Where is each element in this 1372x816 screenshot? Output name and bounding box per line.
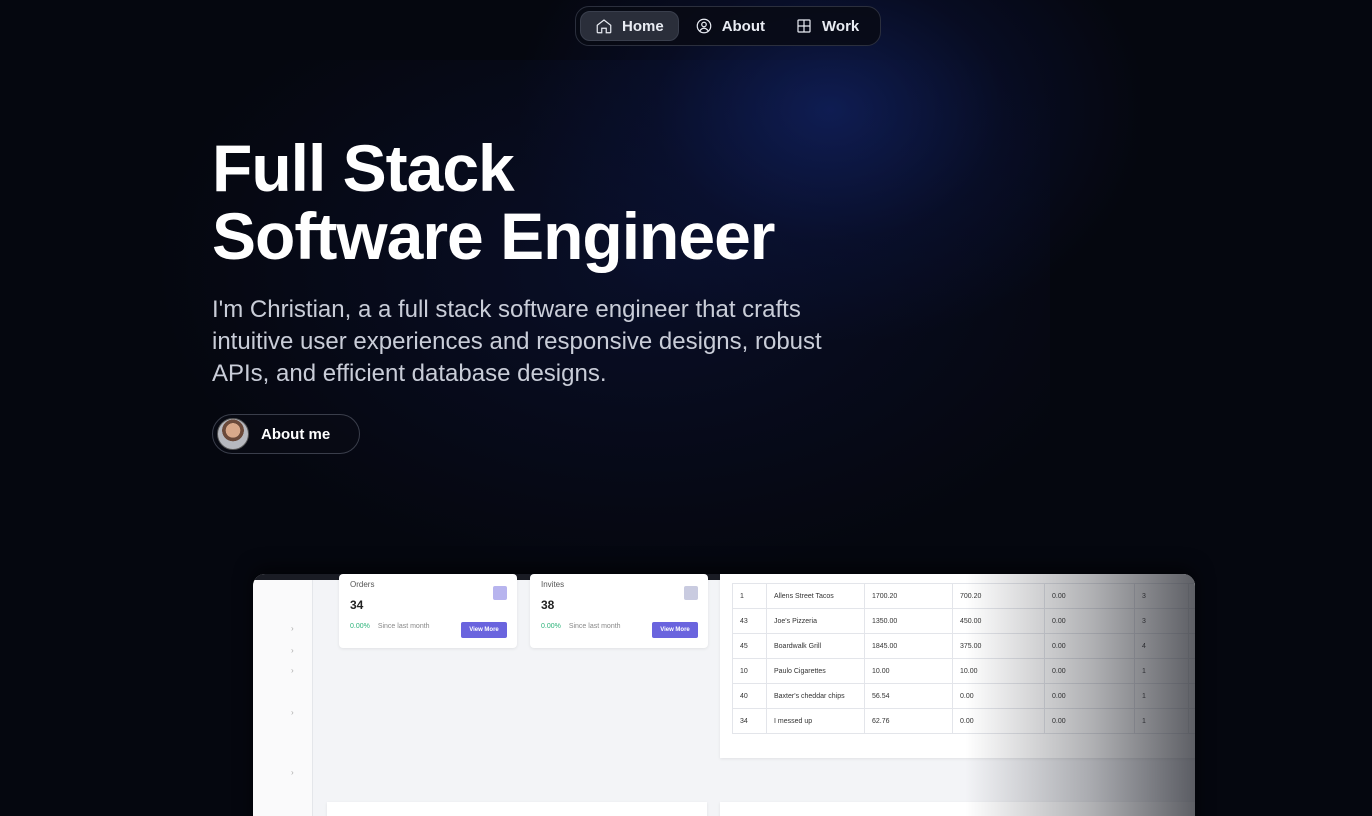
- table-cell: 0.00: [1044, 633, 1135, 659]
- table-cell: 0.00: [1044, 658, 1135, 684]
- cart-icon: [493, 586, 507, 600]
- table-cell: Boardwalk Grill: [766, 633, 865, 659]
- nav-item-about[interactable]: About: [681, 11, 779, 41]
- about-me-button[interactable]: About me: [212, 414, 360, 454]
- table-cell: [1188, 633, 1195, 659]
- nav-item-work[interactable]: Work: [781, 11, 873, 41]
- table-cell: 0.00: [1044, 608, 1135, 634]
- nav-item-label: About: [721, 17, 766, 35]
- user-circle-icon: [696, 18, 712, 34]
- table-cell: 0.00: [952, 708, 1045, 734]
- table-cell: [1188, 608, 1195, 634]
- table-cell: 1: [1134, 683, 1189, 709]
- table-cell: 62.76: [864, 708, 953, 734]
- table-cell: 1: [1134, 658, 1189, 684]
- card-value: 34: [350, 598, 364, 612]
- nav-item-home[interactable]: Home: [580, 11, 679, 41]
- card-label: Orders: [350, 580, 375, 589]
- table-cell: 56.54: [864, 683, 953, 709]
- card-percent: 0.00%: [541, 623, 561, 630]
- table-row: 34 I messed up 62.76 0.00 0.00 1: [732, 708, 1195, 734]
- chevron-right-icon: ›: [291, 708, 294, 717]
- table-cell: 1700.20: [864, 583, 953, 609]
- table-row: 10 Paulo Cigarettes 10.00 10.00 0.00 1: [732, 658, 1195, 684]
- bottom-card-right: [720, 802, 1195, 816]
- hero-title: Full Stack Software Engineer: [212, 134, 932, 270]
- preview-sidebar: › › › › ›: [253, 580, 313, 816]
- chevron-right-icon: ›: [291, 646, 294, 655]
- table-cell: 3: [1134, 583, 1189, 609]
- card-since: Since last month: [568, 623, 621, 630]
- chevron-right-icon: ›: [291, 624, 294, 633]
- orders-table-card: 1 Allens Street Tacos 1700.20 700.20 0.00 3 43…: [720, 574, 1195, 758]
- table-cell: 10.00: [864, 658, 953, 684]
- table-cell: 4: [1134, 633, 1189, 659]
- table-cell: [1188, 583, 1195, 609]
- table-cell: 10: [732, 658, 767, 684]
- table-cell: 3: [1134, 608, 1189, 634]
- table-row: 40 Baxter's cheddar chips 56.54 0.00 0.00 1: [732, 683, 1195, 709]
- chevron-right-icon: ›: [291, 768, 294, 777]
- table-cell: 43: [732, 608, 767, 634]
- table-cell: 1: [732, 583, 767, 609]
- view-more-button[interactable]: View More: [461, 622, 507, 638]
- project-preview[interactable]: › › › › › Orders 34 0.00% Since last mon…: [253, 574, 1195, 816]
- bottom-card-left: [327, 802, 707, 816]
- card-footer: 0.00% Since last month: [350, 623, 430, 630]
- table-cell: 0.00: [1044, 583, 1135, 609]
- table-cell: 1350.00: [864, 608, 953, 634]
- hero-subtitle: I'm Christian, a a full stack software e…: [212, 296, 822, 387]
- invites-card: Invites 38 0.00% Since last month View M…: [530, 574, 708, 648]
- card-label: Invites: [541, 580, 565, 589]
- card-since: Since last month: [377, 623, 430, 630]
- top-nav: Home About Work: [575, 6, 881, 46]
- hero-title-line2: Software Engineer: [212, 199, 775, 273]
- table-row: 43 Joe's Pizzeria 1350.00 450.00 0.00 3: [732, 608, 1195, 634]
- table-cell: Baxter's cheddar chips: [766, 683, 865, 709]
- table-cell: I messed up: [766, 708, 865, 734]
- invite-icon: [684, 586, 698, 600]
- orders-card: Orders 34 0.00% Since last month View Mo…: [339, 574, 517, 648]
- table-cell: [1188, 658, 1195, 684]
- table-cell: 10.00: [952, 658, 1045, 684]
- table-cell: Joe's Pizzeria: [766, 608, 865, 634]
- table-cell: 1: [1134, 708, 1189, 734]
- table-cell: Paulo Cigarettes: [766, 658, 865, 684]
- table-cell: 45: [732, 633, 767, 659]
- table-cell: 0.00: [1044, 708, 1135, 734]
- table-cell: [1188, 708, 1195, 734]
- table-cell: 40: [732, 683, 767, 709]
- table-cell: 34: [732, 708, 767, 734]
- table-cell: 700.20: [952, 583, 1045, 609]
- table-cell: 375.00: [952, 633, 1045, 659]
- grid-icon: [797, 19, 811, 33]
- hero-title-line1: Full Stack: [212, 131, 515, 205]
- nav-item-label: Home: [622, 17, 664, 35]
- table-row: 45 Boardwalk Grill 1845.00 375.00 0.00 4: [732, 633, 1195, 659]
- chevron-right-icon: ›: [291, 666, 294, 675]
- table-row: 1 Allens Street Tacos 1700.20 700.20 0.00 3: [732, 583, 1195, 609]
- table-cell: 0.00: [952, 683, 1045, 709]
- card-footer: 0.00% Since last month: [541, 623, 621, 630]
- view-more-button[interactable]: View More: [652, 622, 698, 638]
- table-cell: 450.00: [952, 608, 1045, 634]
- card-value: 38: [541, 598, 555, 612]
- table-cell: Allens Street Tacos: [766, 583, 865, 609]
- card-percent: 0.00%: [350, 623, 370, 630]
- avatar: [217, 418, 249, 450]
- table-cell: 0.00: [1044, 683, 1135, 709]
- orders-table: 1 Allens Street Tacos 1700.20 700.20 0.00 3 43…: [732, 583, 1195, 734]
- home-icon: [596, 19, 612, 34]
- table-cell: [1188, 683, 1195, 709]
- nav-item-label: Work: [822, 17, 860, 35]
- table-cell: 1845.00: [864, 633, 953, 659]
- about-me-label: About me: [261, 425, 331, 443]
